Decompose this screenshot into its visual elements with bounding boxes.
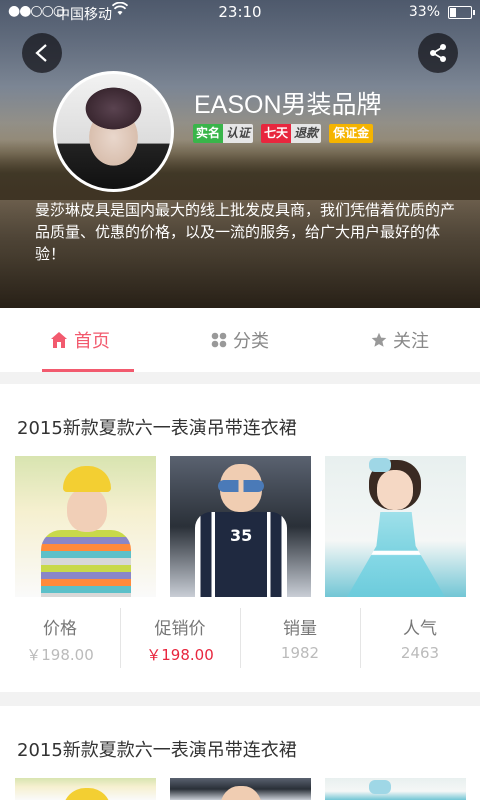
product-images — [15, 778, 466, 800]
product-image-girl-sweater[interactable] — [15, 778, 156, 800]
shop-name: EASON男装品牌 — [194, 91, 382, 119]
product-image-girl-dress[interactable] — [325, 778, 466, 800]
tab-home[interactable]: 首页 — [0, 308, 160, 372]
tab-follow[interactable]: 关注 — [320, 308, 480, 372]
back-button[interactable] — [22, 33, 62, 73]
shop-tabs: 首页 分类 关注 — [0, 308, 480, 372]
battery-percentage: 33% — [408, 4, 440, 20]
stat-sales-value: 1982 — [280, 644, 320, 662]
product-image-boy-shirt[interactable] — [170, 778, 311, 800]
stat-price-label: 价格 — [43, 619, 77, 639]
stat-sale-value: ￥198.00 — [146, 646, 214, 664]
refund-badge-label-b: 退款 — [291, 124, 322, 143]
verified-badge-label-a: 实名 — [193, 124, 224, 143]
stat-price: 价格 ￥198.00 — [0, 608, 120, 668]
tab-category-label: 分类 — [233, 331, 269, 352]
share-button[interactable] — [418, 33, 458, 73]
stat-popularity: 人气 2463 — [360, 608, 480, 668]
tab-category[interactable]: 分类 — [160, 308, 320, 372]
product-image-girl-dress[interactable] — [325, 456, 466, 597]
product-images: 35 — [15, 456, 466, 597]
product-card[interactable]: 2015新款夏款六一表演吊带连衣裙 — [0, 706, 480, 800]
stat-sale-price: 促销价 ￥198.00 — [120, 608, 240, 668]
grid-icon — [211, 332, 227, 348]
star-icon — [371, 332, 387, 348]
back-chevron-icon — [35, 44, 47, 62]
stat-popularity-label: 人气 — [403, 619, 437, 639]
deposit-badge: 保证金 — [329, 124, 374, 143]
product-title: 2015新款夏款六一表演吊带连衣裙 — [17, 740, 297, 761]
product-image-boy-shirt[interactable]: 35 — [170, 456, 311, 597]
product-image-girl-sweater[interactable] — [15, 456, 156, 597]
product-card[interactable]: 2015新款夏款六一表演吊带连衣裙 35 价格 ￥198.00 促销价 ￥198… — [0, 384, 480, 692]
refund-badge-label-a: 七天 — [261, 124, 292, 143]
verified-badge-label-b: 认证 — [223, 124, 254, 143]
stat-popularity-value: 2463 — [400, 644, 440, 662]
stat-sales-label: 销量 — [283, 619, 317, 639]
tab-home-label: 首页 — [74, 331, 110, 352]
home-icon — [50, 331, 68, 349]
section-divider — [0, 372, 480, 384]
battery-icon — [448, 6, 475, 19]
share-icon — [430, 44, 446, 62]
seven-day-refund-badge: 七天 退款 — [261, 124, 322, 143]
stat-sale-label: 促销价 — [154, 619, 206, 639]
tab-follow-label: 关注 — [393, 331, 429, 352]
shop-avatar[interactable] — [53, 71, 174, 192]
shop-header: ●●○○○ 中国移动 23:10 33% EASON男装品牌 实名 认证 七天 … — [0, 0, 480, 308]
shop-intro: 曼莎琳皮具是国内最大的线上批发皮具商，我们凭借着优质的产品质量、优惠的价格，以及… — [35, 201, 456, 263]
status-bar: ●●○○○ 中国移动 23:10 33% — [0, 0, 480, 24]
shop-badges: 实名 认证 七天 退款 保证金 — [193, 124, 374, 143]
product-stats: 价格 ￥198.00 促销价 ￥198.00 销量 1982 人气 2463 — [0, 608, 480, 668]
product-title: 2015新款夏款六一表演吊带连衣裙 — [17, 418, 297, 439]
stat-price-value: ￥198.00 — [26, 646, 94, 664]
verified-badge: 实名 认证 — [193, 124, 254, 143]
stat-sales: 销量 1982 — [240, 608, 360, 668]
